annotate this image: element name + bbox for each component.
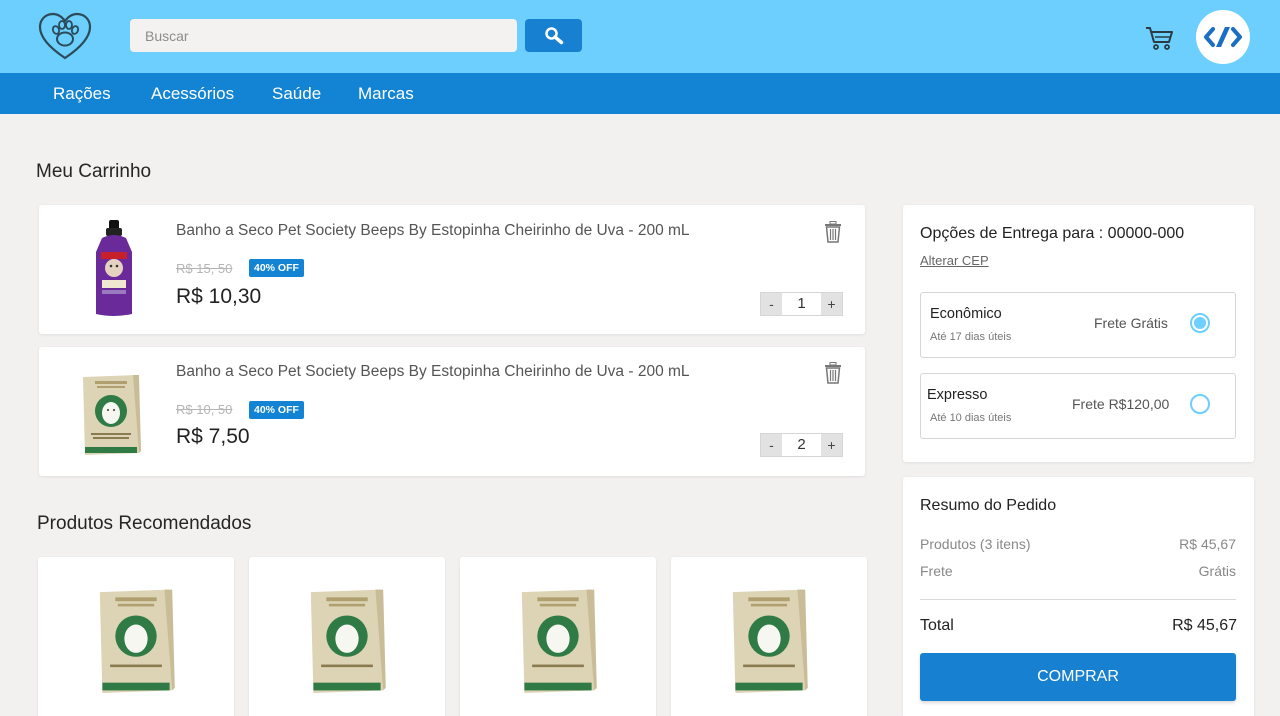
recommended-title: Produtos Recomendados [37, 513, 252, 534]
price: R$ 7,50 [176, 425, 250, 448]
shipping-radio-selected[interactable] [1190, 313, 1210, 333]
product-image [519, 587, 597, 698]
delivery-title: Opções de Entrega para : 00000-000 [920, 225, 1185, 242]
product-image [97, 587, 175, 698]
shipping-option-time: Até 17 dias úteis [930, 331, 1012, 343]
search-input[interactable] [130, 19, 517, 52]
shipping-value: Grátis [1198, 563, 1236, 579]
nav-item-saude[interactable]: Saúde [272, 73, 321, 114]
nav-item-marcas[interactable]: Marcas [358, 73, 414, 114]
decrease-qty-button[interactable]: - [761, 434, 782, 456]
buy-button[interactable]: COMPRAR [920, 653, 1236, 701]
products-value: R$ 45,67 [1179, 536, 1236, 552]
change-cep-link[interactable]: Alterar CEP [920, 253, 989, 268]
search-icon [544, 26, 563, 44]
shipping-option-price: Frete R$120,00 [1072, 396, 1170, 412]
cart-button[interactable] [1142, 21, 1176, 55]
delete-button[interactable] [823, 362, 843, 384]
price: R$ 10,30 [176, 285, 262, 308]
shipping-option-name: Econômico [930, 306, 1002, 322]
cart-icon [1146, 27, 1173, 50]
recommended-product-card[interactable] [38, 557, 234, 716]
product-image[interactable] [94, 220, 134, 323]
delivery-options-panel: Opções de Entrega para : 00000-000 Alter… [903, 205, 1254, 462]
recommended-product-card[interactable] [671, 557, 867, 716]
order-summary-title: Resumo do Pedido [920, 497, 1057, 514]
product-name[interactable]: Banho a Seco Pet Society Beeps By Estopi… [176, 363, 690, 381]
quantity-stepper: - 1 + [760, 292, 843, 316]
product-image [308, 587, 386, 698]
discount-badge: 40% OFF [249, 401, 304, 419]
shipping-label: Frete [920, 563, 953, 579]
products-label: Produtos (3 itens) [920, 536, 1031, 552]
header-bar [0, 0, 1280, 73]
summary-divider [920, 599, 1236, 600]
nav-item-racoes[interactable]: Rações [53, 73, 111, 114]
total-value: R$ 45,67 [1172, 617, 1237, 634]
recommended-product-card[interactable] [460, 557, 656, 716]
total-label: Total [920, 617, 954, 634]
cart-item: Banho a Seco Pet Society Beeps By Estopi… [39, 347, 865, 476]
shipping-option-price: Frete Grátis [1094, 315, 1168, 331]
increase-qty-button[interactable]: + [821, 293, 842, 315]
nav-item-acessorios[interactable]: Acessórios [151, 73, 234, 114]
quantity-value[interactable]: 1 [782, 293, 821, 315]
paw-heart-logo-icon[interactable] [37, 12, 93, 62]
increase-qty-button[interactable]: + [821, 434, 842, 456]
delete-button[interactable] [823, 221, 843, 243]
shipping-option-name: Expresso [927, 387, 988, 403]
discount-badge: 40% OFF [249, 259, 304, 277]
quantity-value[interactable]: 2 [782, 434, 821, 456]
trash-icon [825, 362, 841, 384]
product-name[interactable]: Banho a Seco Pet Society Beeps By Estopi… [176, 222, 690, 240]
shipping-radio[interactable] [1190, 394, 1210, 414]
quantity-stepper: - 2 + [760, 433, 843, 457]
shipping-option-time: Até 10 dias úteis [930, 412, 1012, 424]
decrease-qty-button[interactable]: - [761, 293, 782, 315]
cart-title: Meu Carrinho [36, 161, 152, 182]
avatar[interactable] [1196, 10, 1250, 64]
category-nav: Rações Acessórios Saúde Marcas [0, 73, 1280, 114]
trash-icon [825, 221, 841, 243]
search-button[interactable] [525, 19, 582, 52]
product-image [730, 587, 808, 698]
cart-item: Banho a Seco Pet Society Beeps By Estopi… [39, 205, 865, 334]
order-summary-panel: Resumo do Pedido Produtos (3 itens) R$ 4… [903, 477, 1254, 716]
shipping-option-expresso[interactable]: Expresso Até 10 dias úteis Frete R$120,0… [920, 373, 1236, 439]
avatar-icon [1204, 27, 1242, 47]
old-price: R$ 10, 50 [176, 402, 233, 417]
old-price: R$ 15, 50 [176, 261, 233, 276]
product-image[interactable] [81, 373, 141, 460]
shipping-option-economico[interactable]: Econômico Até 17 dias úteis Frete Grátis [920, 292, 1236, 358]
recommended-product-card[interactable] [249, 557, 445, 716]
